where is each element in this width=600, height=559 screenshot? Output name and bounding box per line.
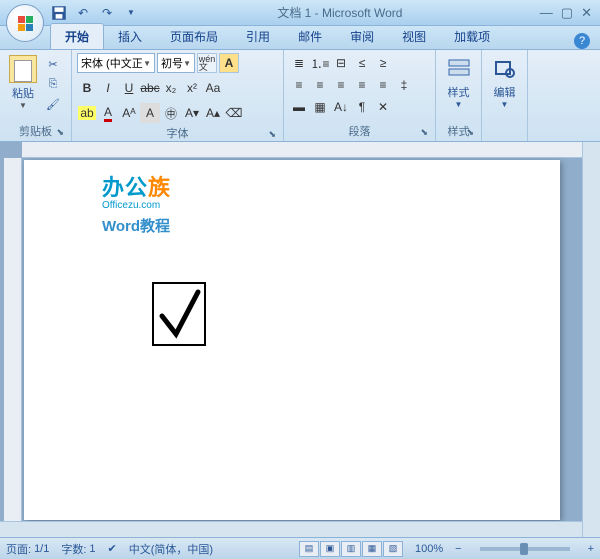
clipboard-launcher-icon[interactable]: ⬊ [56,127,64,138]
format-painter-icon[interactable]: 🖌 [44,95,62,113]
underline-button[interactable]: U [119,78,139,98]
status-zoom-value[interactable]: 100% [415,543,443,555]
superscript-button[interactable]: x² [182,78,202,98]
maximize-icon[interactable]: ▢ [561,5,573,21]
align-left-button[interactable]: ≡ [289,75,309,95]
chevron-down-icon: ▼ [183,59,191,68]
grow-font-button[interactable]: Aᴬ [119,103,139,123]
document-page[interactable]: 办公族 Officezu.com Word教程 [24,160,560,520]
zoom-out-button[interactable]: − [455,543,461,555]
office-logo-icon [18,16,33,31]
character-border-button[interactable]: A [219,53,239,73]
cut-icon[interactable]: ✂ [44,55,62,73]
styles-button[interactable]: 样式 ▼ [441,53,476,123]
checkmark-box-shape[interactable] [152,282,206,346]
change-case-button[interactable]: Aa [203,78,223,98]
character-shading-button[interactable]: A [140,103,160,123]
horizontal-scrollbar[interactable] [0,521,582,537]
shrink-font-button[interactable]: A▾ [182,103,202,123]
decrease-indent-button[interactable]: ≤ [352,53,372,73]
find-icon [493,57,517,81]
numbering-button[interactable]: ⒈≡ [310,53,330,73]
enclose-characters-button[interactable]: ㊥ [161,103,181,123]
strikethrough-button[interactable]: abc [140,78,160,98]
distributed-button[interactable]: ≡ [373,75,393,95]
styles-launcher-icon[interactable]: ⬊ [466,127,474,138]
font-group-label: 字体 [167,128,189,140]
tab-review[interactable]: 审阅 [336,24,388,49]
copy-icon[interactable]: ⎘ [44,75,62,93]
clipboard-group-label: 剪贴板 [19,126,52,138]
styles-icon [447,57,471,81]
view-print-layout-button[interactable]: ▤ [299,541,319,557]
bullets-button[interactable]: ≣ [289,53,309,73]
window-title: 文档 1 - Microsoft Word [140,4,540,21]
show-marks-button[interactable]: ¶ [352,97,372,117]
italic-button[interactable]: I [98,78,118,98]
editing-button[interactable]: 编辑 ▼ [487,53,522,123]
minimize-icon[interactable]: — [540,5,553,21]
chevron-down-icon: ▼ [143,59,151,68]
font-launcher-icon[interactable]: ⬊ [268,129,276,140]
paragraph-launcher-icon[interactable]: ⬊ [420,127,428,138]
font-size-combo[interactable]: 初号▼ [157,53,195,73]
paste-button[interactable]: 粘贴 ▼ [5,53,41,123]
undo-icon[interactable]: ↶ [74,4,92,22]
watermark-logo: 办公族 Officezu.com Word教程 [102,170,171,236]
paragraph-group-label: 段落 [349,126,371,138]
editing-group-label [487,123,522,139]
subscript-button[interactable]: x₂ [161,78,181,98]
tab-page-layout[interactable]: 页面布局 [156,24,232,49]
tab-mailings[interactable]: 邮件 [284,24,336,49]
line-spacing-button[interactable]: ‡ [394,75,414,95]
shading-button[interactable]: ▬ [289,97,309,117]
justify-button[interactable]: ≡ [352,75,372,95]
status-language[interactable]: 中文(简体，中国) [129,541,213,557]
office-button[interactable] [6,4,44,42]
borders-button[interactable]: ▦ [310,97,330,117]
vertical-ruler[interactable] [4,158,22,537]
redo-icon[interactable]: ↷ [98,4,116,22]
bold-button[interactable]: B [77,78,97,98]
font-color-button[interactable]: A [98,103,118,123]
grow-font-icon[interactable]: A▴ [203,103,223,123]
vertical-scrollbar[interactable] [582,142,600,537]
highlight-button[interactable]: ab [77,103,97,123]
multilevel-list-button[interactable]: ⊟ [331,53,351,73]
tab-insert[interactable]: 插入 [104,24,156,49]
horizontal-ruler[interactable] [22,142,582,158]
help-icon[interactable]: ? [574,33,590,49]
align-right-button[interactable]: ≡ [331,75,351,95]
status-spellcheck-icon[interactable]: ✔ [108,542,117,555]
status-page[interactable]: 页面: 1/1 [6,541,49,557]
view-outline-button[interactable]: ▦ [362,541,382,557]
tab-references[interactable]: 引用 [232,24,284,49]
close-icon[interactable]: ✕ [581,5,592,21]
qat-customize-icon[interactable]: ▼ [122,4,140,22]
clipboard-icon [9,55,37,83]
zoom-slider[interactable] [480,547,570,551]
view-fullscreen-button[interactable]: ▣ [320,541,340,557]
increase-indent-button[interactable]: ≥ [373,53,393,73]
asian-layout-button[interactable]: ✕ [373,97,393,117]
zoom-slider-thumb[interactable] [520,543,528,555]
font-name-combo[interactable]: 宋体 (中文正▼ [77,53,155,73]
phonetic-guide-button[interactable]: wén文 [197,53,217,73]
align-center-button[interactable]: ≡ [310,75,330,95]
tab-view[interactable]: 视图 [388,24,440,49]
status-word-count[interactable]: 字数: 1 [61,541,95,557]
save-icon[interactable] [50,4,68,22]
zoom-in-button[interactable]: + [588,543,594,555]
view-draft-button[interactable]: ▧ [383,541,403,557]
sort-button[interactable]: A↓ [331,97,351,117]
clear-formatting-button[interactable]: ⌫ [224,103,244,123]
tab-addins[interactable]: 加载项 [440,24,504,49]
tab-home[interactable]: 开始 [50,23,104,49]
view-web-button[interactable]: ▥ [341,541,361,557]
